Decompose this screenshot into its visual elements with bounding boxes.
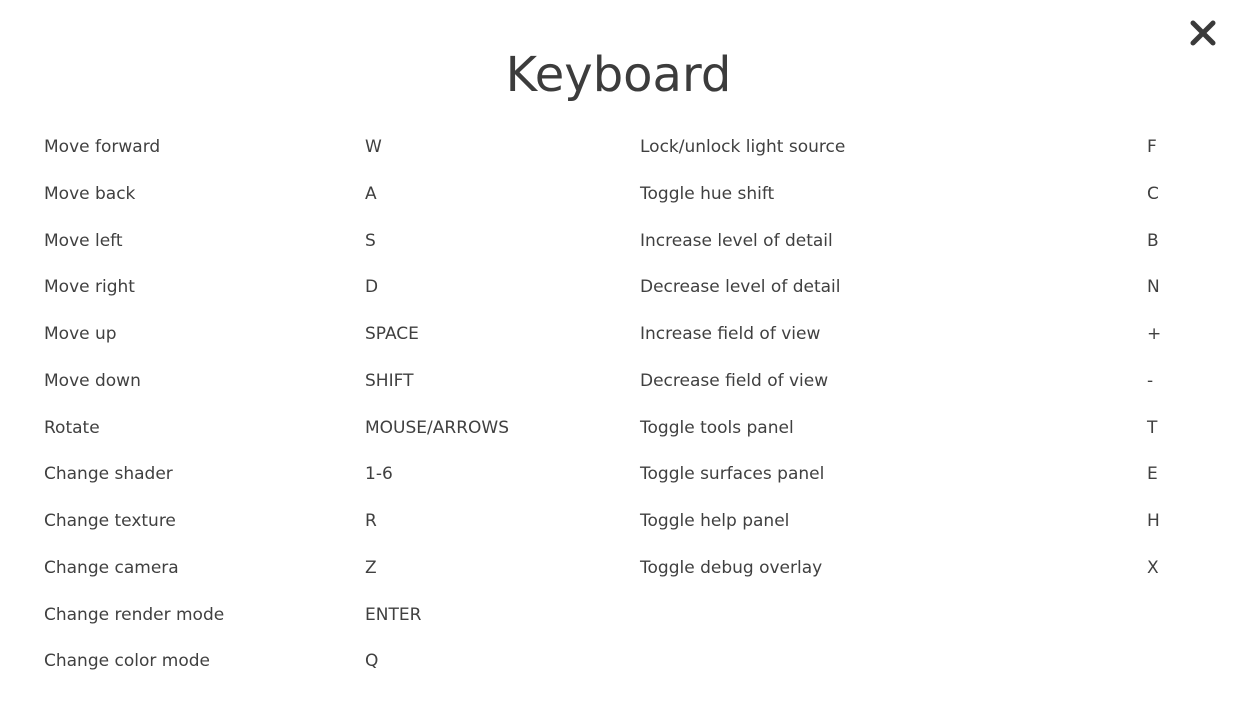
shortcut-key: B xyxy=(1147,231,1159,251)
shortcut-key: D xyxy=(365,277,379,297)
shortcut-key: SPACE xyxy=(365,324,419,344)
shortcut-row: Change color mode Q xyxy=(0,639,1237,683)
close-button[interactable] xyxy=(1186,16,1220,50)
shortcut-key: R xyxy=(365,511,377,531)
shortcut-key: MOUSE/ARROWS xyxy=(365,418,509,438)
close-x-icon[interactable] xyxy=(1186,16,1220,50)
shortcut-row: Change texture R Toggle help panel H xyxy=(0,499,1237,543)
shortcut-row: Move down SHIFT Decrease field of view - xyxy=(0,359,1237,403)
shortcut-action: Lock/unlock light source xyxy=(640,137,846,157)
shortcut-action: Decrease field of view xyxy=(640,371,829,391)
shortcut-action: Move back xyxy=(44,184,136,204)
shortcut-action: Change camera xyxy=(44,558,179,578)
shortcut-row: Move left S Increase level of detail B xyxy=(0,219,1237,263)
shortcut-action: Toggle debug overlay xyxy=(640,558,823,578)
dialog-title: Keyboard xyxy=(505,47,732,103)
shortcut-key: T xyxy=(1147,418,1158,438)
shortcut-action: Move left xyxy=(44,231,123,251)
shortcut-key: SHIFT xyxy=(365,371,414,391)
shortcut-key: ENTER xyxy=(365,605,422,625)
shortcut-key: 1-6 xyxy=(365,464,393,484)
shortcut-key: N xyxy=(1147,277,1160,297)
shortcut-row: Move up SPACE Increase field of view + xyxy=(0,312,1237,356)
shortcut-action: Move down xyxy=(44,371,141,391)
shortcut-row: Move forward W Lock/unlock light source … xyxy=(0,125,1237,169)
shortcut-action: Increase level of detail xyxy=(640,231,833,251)
shortcut-key: E xyxy=(1147,464,1158,484)
shortcut-action: Change color mode xyxy=(44,651,210,671)
shortcut-row: Move back A Toggle hue shift C xyxy=(0,172,1237,216)
shortcut-action: Change render mode xyxy=(44,605,225,625)
shortcut-row: Change camera Z Toggle debug overlay X xyxy=(0,546,1237,590)
shortcut-action: Toggle help panel xyxy=(640,511,790,531)
shortcut-row: Change shader 1-6 Toggle surfaces panel … xyxy=(0,452,1237,496)
shortcut-key: Z xyxy=(365,558,377,578)
shortcut-key: Q xyxy=(365,651,379,671)
shortcut-action: Toggle tools panel xyxy=(640,418,794,438)
shortcut-key: - xyxy=(1147,371,1154,391)
shortcut-key: S xyxy=(365,231,376,251)
shortcut-action: Rotate xyxy=(44,418,100,438)
shortcut-row: Move right D Decrease level of detail N xyxy=(0,265,1237,309)
shortcut-action: Move up xyxy=(44,324,117,344)
shortcut-action: Move right xyxy=(44,277,135,297)
shortcut-action: Change shader xyxy=(44,464,173,484)
shortcut-action: Increase field of view xyxy=(640,324,821,344)
shortcut-key: + xyxy=(1147,324,1162,344)
shortcut-row: Rotate MOUSE/ARROWS Toggle tools panel T xyxy=(0,406,1237,450)
shortcut-key: F xyxy=(1147,137,1157,157)
shortcut-key: W xyxy=(365,137,382,157)
shortcut-key: C xyxy=(1147,184,1159,204)
shortcut-action: Toggle hue shift xyxy=(640,184,775,204)
shortcut-row: Change render mode ENTER xyxy=(0,593,1237,637)
shortcut-action: Toggle surfaces panel xyxy=(640,464,825,484)
shortcut-action: Decrease level of detail xyxy=(640,277,841,297)
shortcut-action: Change texture xyxy=(44,511,176,531)
shortcut-key: H xyxy=(1147,511,1160,531)
shortcut-key: X xyxy=(1147,558,1159,578)
shortcut-action: Move forward xyxy=(44,137,161,157)
shortcut-key: A xyxy=(365,184,377,204)
